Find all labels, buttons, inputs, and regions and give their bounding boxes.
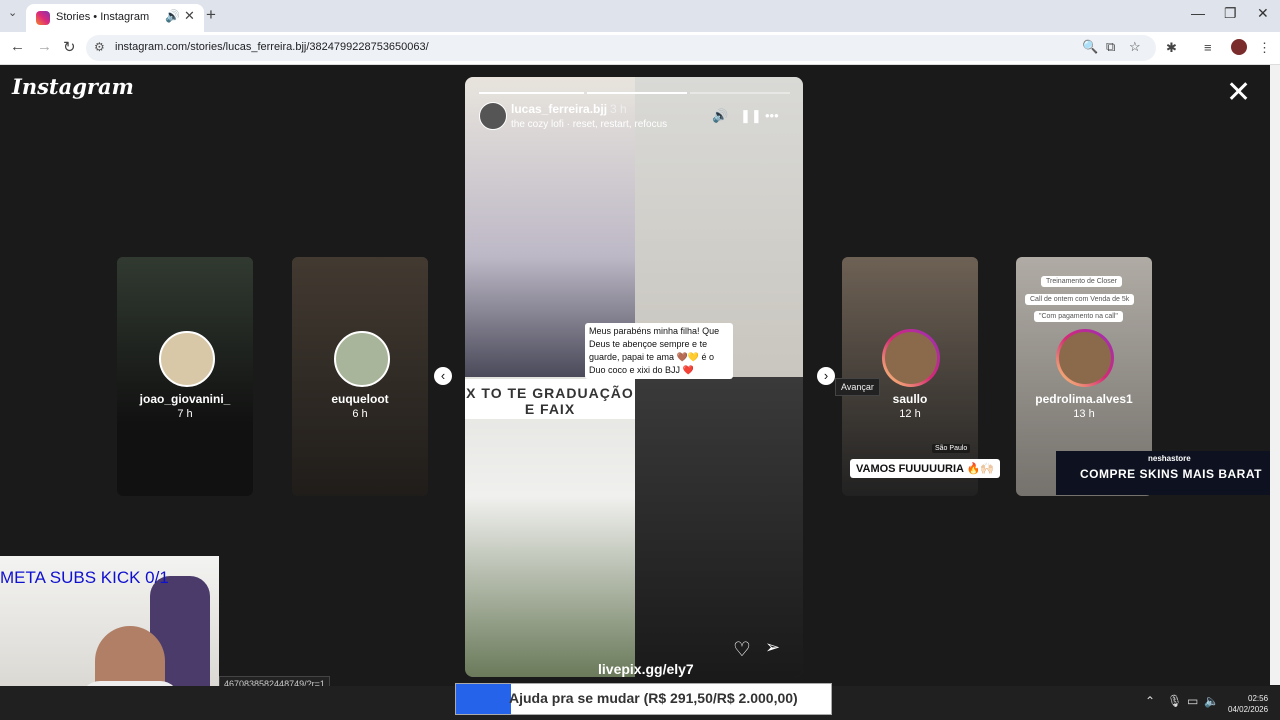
progress-segment bbox=[479, 92, 584, 94]
next-story-button[interactable]: › bbox=[817, 367, 835, 385]
sponsor-banner: neshastore COMPRE SKINS MAIS BARAT bbox=[1056, 451, 1270, 495]
story-time: 3 h bbox=[610, 102, 627, 116]
clock-date: 04/02/2026 bbox=[1228, 705, 1269, 714]
location-sticker: São Paulo bbox=[932, 444, 971, 453]
tab-close-icon[interactable]: ✕ bbox=[184, 8, 195, 24]
story-caption: Meus parabéns minha filha! Que Deus te a… bbox=[585, 323, 733, 379]
bookmark-star-icon[interactable]: ☆ bbox=[1129, 39, 1141, 55]
donation-text: Ajuda pra se mudar (R$ 291,50/R$ 2.000,0… bbox=[509, 690, 798, 706]
media-control-icon[interactable]: ≡ bbox=[1204, 40, 1212, 55]
profile-avatar[interactable] bbox=[1231, 39, 1247, 55]
avatar bbox=[334, 331, 390, 387]
pause-icon[interactable]: ❚❚ bbox=[740, 108, 762, 124]
thumb-time: 12 h bbox=[899, 408, 921, 420]
caption-chip: Call de ontem com Venda de 5k bbox=[1025, 294, 1135, 305]
donation-progress-fill bbox=[456, 684, 511, 714]
zoom-icon[interactable]: 🔍 bbox=[1082, 39, 1098, 55]
like-icon[interactable]: ♡ bbox=[733, 637, 751, 662]
back-icon[interactable]: ← bbox=[10, 38, 25, 55]
story-thumb-joao[interactable]: joao_giovanini_ 7 h bbox=[117, 257, 253, 496]
menu-icon[interactable]: ⋮ bbox=[1258, 40, 1271, 56]
tray-chevron-icon[interactable]: ⌃ bbox=[1145, 694, 1155, 708]
page-scrollbar[interactable] bbox=[1270, 65, 1280, 685]
tab-title: Stories • Instagram bbox=[56, 11, 150, 23]
browser-tab[interactable]: Stories • Instagram 🔊 ✕ bbox=[26, 4, 204, 32]
photo-selfie bbox=[635, 377, 803, 677]
story-user-avatar[interactable] bbox=[479, 102, 507, 130]
thumb-time: 6 h bbox=[352, 408, 368, 420]
tab-audio-icon[interactable]: 🔊 bbox=[165, 9, 180, 23]
avatar bbox=[159, 331, 215, 387]
clock-time: 02:56 bbox=[1248, 694, 1269, 703]
reload-icon[interactable]: ↻ bbox=[63, 38, 76, 56]
next-tooltip: Avançar bbox=[835, 378, 880, 396]
network-icon[interactable]: ▭ bbox=[1187, 694, 1198, 708]
sponsor-brand: neshastore bbox=[1148, 454, 1191, 463]
new-tab-button[interactable]: + bbox=[206, 5, 216, 25]
more-options-icon[interactable]: ••• bbox=[765, 108, 779, 123]
avatar bbox=[882, 329, 940, 387]
browser-tab-bar: ⌄ Stories • Instagram 🔊 ✕ + — ❐ ✕ bbox=[0, 0, 1280, 32]
story-music[interactable]: the cozy lofi · reset, restart, refocus bbox=[511, 119, 667, 130]
window-close-icon[interactable]: ✕ bbox=[1257, 5, 1269, 22]
speaker-icon[interactable]: 🔈 bbox=[1204, 694, 1219, 708]
donation-goal: Ajuda pra se mudar (R$ 291,50/R$ 2.000,0… bbox=[455, 683, 832, 715]
thumb-time: 13 h bbox=[1073, 408, 1095, 420]
story-thumb-euqueloot[interactable]: euqueloot 6 h bbox=[292, 257, 428, 496]
microphone-icon[interactable]: 🎙 bbox=[1167, 694, 1182, 708]
avatar bbox=[1056, 329, 1114, 387]
thumb-username: joao_giovanini_ bbox=[139, 392, 231, 406]
instagram-logo[interactable]: Instagram bbox=[12, 74, 134, 99]
thumb-username: euqueloot bbox=[331, 392, 389, 406]
webcam-goal-text: META SUBS KICK 0/1 bbox=[0, 568, 169, 587]
url-text[interactable]: instagram.com/stories/lucas_ferreira.bjj… bbox=[115, 41, 429, 53]
text-sticker: VAMOS FUUUUURIA 🔥🙌🏻 bbox=[850, 459, 1000, 478]
photo-graduation bbox=[465, 377, 635, 677]
extensions-icon[interactable]: ✱ bbox=[1166, 40, 1177, 56]
share-icon[interactable]: ➢ bbox=[765, 637, 780, 658]
instagram-favicon-icon bbox=[36, 11, 50, 25]
caption-chip: "Com pagamento na call" bbox=[1034, 311, 1123, 322]
thumb-time: 7 h bbox=[177, 408, 193, 420]
address-bar[interactable]: ⚙ instagram.com/stories/lucas_ferreira.b… bbox=[86, 35, 1156, 61]
forward-icon[interactable]: → bbox=[37, 38, 52, 55]
system-clock[interactable]: 02:56 04/02/2026 bbox=[1228, 693, 1268, 715]
site-info-icon[interactable]: ⚙ bbox=[94, 40, 105, 54]
cast-icon[interactable]: ⧉ bbox=[1106, 39, 1115, 55]
progress-segment bbox=[690, 92, 790, 94]
minimize-icon[interactable]: — bbox=[1191, 5, 1205, 21]
sponsor-tagline: COMPRE SKINS MAIS BARAT bbox=[1080, 467, 1262, 481]
browser-toolbar: ← → ↻ ⚙ instagram.com/stories/lucas_ferr… bbox=[0, 32, 1280, 65]
restore-icon[interactable]: ❐ bbox=[1224, 5, 1237, 22]
close-stories-button[interactable]: ✕ bbox=[1226, 78, 1251, 108]
progress-segment bbox=[587, 92, 687, 94]
thumb-username: pedrolima.alves1 bbox=[1035, 392, 1133, 406]
active-story[interactable]: X TO TE GRADUAÇÃO E FAIX lucas_ferreira.… bbox=[465, 77, 803, 677]
caption-chip: Treinamento de Closer bbox=[1041, 276, 1122, 287]
livepix-overlay: livepix.gg/ely7 bbox=[598, 661, 694, 677]
tab-search-icon[interactable]: ⌄ bbox=[8, 6, 17, 19]
graduation-banner: X TO TE GRADUAÇÃO E FAIX bbox=[465, 379, 635, 419]
volume-icon[interactable]: 🔊 bbox=[712, 108, 728, 124]
previous-story-button[interactable]: ‹ bbox=[434, 367, 452, 385]
story-username[interactable]: lucas_ferreira.bjj bbox=[511, 102, 607, 116]
